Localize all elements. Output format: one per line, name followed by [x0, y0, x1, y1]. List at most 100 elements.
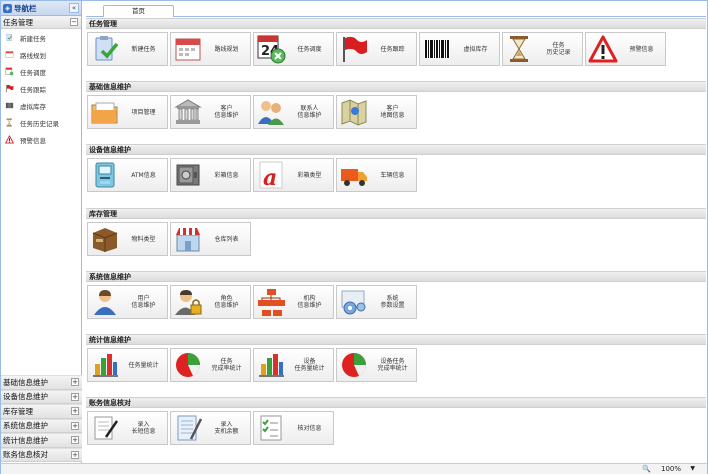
shortcut-tile[interactable]: 新建任务 — [87, 32, 168, 66]
shortcut-tile[interactable]: 机构 信息维护 — [253, 285, 334, 319]
user-lock-icon — [173, 287, 203, 317]
collapse-sidebar-button[interactable]: « — [69, 3, 79, 13]
section-title: 基础信息维护 — [86, 81, 706, 92]
bank-icon — [173, 97, 203, 127]
tile-label: ATM信息 — [131, 171, 156, 179]
app-window: ◈ 导航栏 « 任务管理 − 新建任务 路线规划 任务调度 任务跟踪 虚拟库存 任务历史记… — [0, 0, 708, 474]
expand-group-icon[interactable]: + — [71, 407, 79, 416]
nav-header: ◈ 导航栏 « — [1, 1, 81, 16]
section-title: 账务信息核对 — [86, 397, 706, 408]
shortcut-tile[interactable]: 仓库列表 — [170, 222, 251, 256]
tile-row: 任务量统计 任务 完成率统计 设备 任务量统计 设备任务 完成率统计 — [86, 345, 706, 385]
shortcut-tile[interactable]: 客户 地图信息 — [336, 95, 417, 129]
tile-label: 彩箱类型 — [297, 171, 322, 179]
document-pen-icon — [90, 413, 120, 443]
shortcut-tile[interactable]: 录入 支机余额 — [170, 411, 251, 445]
nav-group-label: 设备信息维护 — [3, 392, 48, 402]
tile-row: 新建任务 路线规划 24 任务调度 任务跟踪 虚拟库存 任务 历史记录 预警信息 — [86, 29, 706, 69]
shortcut-tile[interactable]: 系统 参数设置 — [336, 285, 417, 319]
tile-row: 项目管理 客户 信息维护 联系人 信息维护 客户 地图信息 — [86, 92, 706, 132]
section-title: 设备信息维护 — [86, 144, 706, 155]
nav-item-label: 路线规划 — [20, 51, 46, 60]
nav-group-header[interactable]: 任务管理 − — [1, 16, 81, 29]
nav-item[interactable]: 任务调度 — [1, 63, 81, 80]
tile-label: 角色 信息维护 — [214, 295, 239, 309]
shortcut-tile[interactable]: 虚拟库存 — [419, 32, 500, 66]
checklist-icon — [256, 413, 286, 443]
shortcut-tile[interactable]: 录入 长短信息 — [87, 411, 168, 445]
shortcut-tile[interactable]: 角色 信息维护 — [170, 285, 251, 319]
nav-item-label: 任务历史记录 — [20, 119, 59, 128]
expand-group-icon[interactable]: + — [71, 392, 79, 401]
shortcut-tile[interactable]: 彩箱信息 — [170, 158, 251, 192]
shortcut-tile[interactable]: 核对信息 — [253, 411, 334, 445]
nav-group-label: 统计信息维护 — [3, 435, 48, 445]
navigation-sidebar: ◈ 导航栏 « 任务管理 − 新建任务路线规划任务调度 任务跟踪 虚拟库存任务历史记… — [1, 1, 82, 463]
nav-item[interactable]: 任务跟踪 — [1, 80, 81, 97]
tile-label: 任务量统计 — [128, 361, 159, 369]
expand-group-icon[interactable]: + — [71, 378, 79, 387]
shortcut-tile[interactable]: 设备任务 完成率统计 — [336, 348, 417, 382]
nav-group-header[interactable]: 统计信息维护 + — [1, 433, 82, 448]
shortcut-tile[interactable]: ATM信息 — [87, 158, 168, 192]
nav-group-header[interactable]: 系统信息维护 + — [1, 418, 82, 433]
tile-label: 录入 长短信息 — [131, 421, 156, 435]
nav-item[interactable]: 新建任务 — [1, 29, 81, 46]
section: 统计信息维护任务量统计 任务 完成率统计 设备 任务量统计 设备任务 完成率统计 — [86, 334, 706, 385]
section: 库存管理 物料类型 仓库列表 — [86, 208, 706, 259]
shortcut-tile[interactable]: a 彩箱类型 — [253, 158, 334, 192]
shortcut-tile[interactable]: 物料类型 — [87, 222, 168, 256]
tile-label: 彩箱信息 — [214, 171, 239, 179]
tab-home[interactable]: 首页 — [103, 5, 174, 17]
expand-group-icon[interactable]: + — [71, 450, 79, 459]
shortcut-tile[interactable]: 任务 完成率统计 — [170, 348, 251, 382]
zoom-icon[interactable]: 🔍 — [642, 465, 651, 473]
tile-label: 设备 任务量统计 — [294, 358, 325, 372]
shortcut-tile[interactable]: 24 任务调度 — [253, 32, 334, 66]
nav-group-label: 基础信息维护 — [3, 377, 48, 387]
collapse-group-icon[interactable]: − — [70, 18, 78, 26]
barcode-icon — [5, 101, 14, 110]
safe-icon — [173, 160, 203, 190]
shortcut-tile[interactable]: 客户 信息维护 — [170, 95, 251, 129]
tile-label: 客户 信息维护 — [214, 105, 239, 119]
nav-group-header[interactable]: 基础信息维护 + — [1, 375, 82, 390]
expand-group-icon[interactable]: + — [71, 436, 79, 445]
zoom-dropdown-icon[interactable]: ▼ — [690, 465, 695, 472]
expand-group-icon[interactable]: + — [71, 421, 79, 430]
shortcut-tile[interactable]: 任务 历史记录 — [502, 32, 583, 66]
nav-group-header[interactable]: 设备信息维护 + — [1, 389, 82, 404]
nav-item[interactable]: 路线规划 — [1, 46, 81, 63]
zoom-level[interactable]: 100% — [661, 465, 681, 473]
pie-chart-icon — [173, 350, 203, 380]
shortcut-tile[interactable]: 任务跟踪 — [336, 32, 417, 66]
nav-item[interactable]: 任务历史记录 — [1, 114, 81, 131]
flag-icon — [339, 34, 369, 64]
shortcut-tile[interactable]: 联系人 信息维护 — [253, 95, 334, 129]
nav-group-label: 账务信息核对 — [3, 450, 48, 460]
shortcut-tile[interactable]: 车辆信息 — [336, 158, 417, 192]
section: 设备信息维护 ATM信息 彩箱信息 a 彩箱类型 车辆信息 — [86, 144, 706, 195]
shortcut-tile[interactable]: 路线规划 — [170, 32, 251, 66]
nav-title: 导航栏 — [14, 3, 37, 13]
nav-group-header[interactable]: 账务信息核对 + — [1, 447, 82, 462]
tile-label: 预警信息 — [629, 45, 654, 53]
shortcut-tile[interactable]: 设备 任务量统计 — [253, 348, 334, 382]
section-title: 统计信息维护 — [86, 334, 706, 345]
tile-label: 任务跟踪 — [380, 45, 405, 53]
shortcut-tile[interactable]: 任务量统计 — [87, 348, 168, 382]
tile-label: 联系人 信息维护 — [297, 105, 322, 119]
nav-group-label: 系统信息维护 — [3, 421, 48, 431]
map-icon — [339, 97, 369, 127]
shortcut-tile[interactable]: 预警信息 — [585, 32, 666, 66]
atm-icon — [90, 160, 120, 190]
nav-item[interactable]: 虚拟库存 — [1, 97, 81, 114]
nav-group-header[interactable]: 库存管理 + — [1, 404, 82, 419]
task-dispatch-icon — [5, 67, 14, 76]
shortcut-tile[interactable]: 用户 信息维护 — [87, 285, 168, 319]
collapsed-groups: 基础信息维护 + 设备信息维护 + 库存管理 + 系统信息维护 + 统计信息维护 + 账务信息核对 + — [1, 375, 82, 462]
section: 系统信息维护 用户 信息维护 角色 信息维护 机构 信息维护 系统 参数设置 — [86, 271, 706, 322]
gears-icon — [339, 287, 369, 317]
nav-item[interactable]: 预警信息 — [1, 131, 81, 148]
shortcut-tile[interactable]: 项目管理 — [87, 95, 168, 129]
